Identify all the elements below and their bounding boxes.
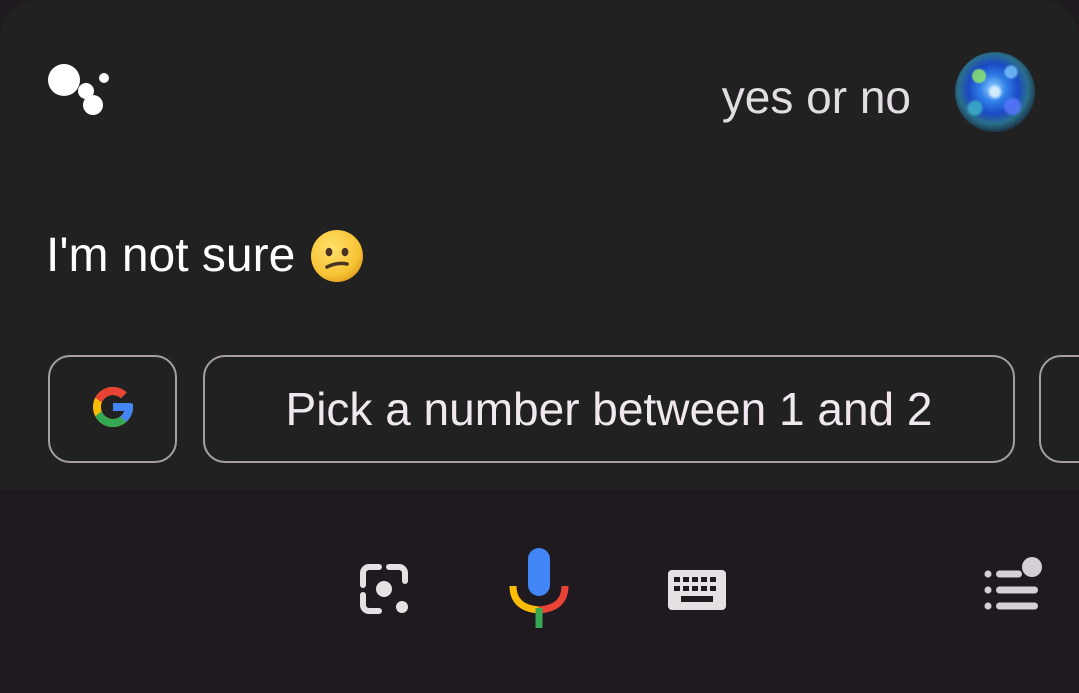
google-search-chip[interactable] [48,355,177,463]
assistant-routines-button[interactable] [982,556,1044,616]
keyboard-button[interactable] [664,568,730,616]
keyboard-icon [667,569,727,616]
suggestion-chip[interactable]: Pick a number between 1 and 2 [203,355,1015,463]
assistant-frame: yes or no I'm not sure Pick a number bet… [0,0,1079,693]
google-lens-icon [355,561,413,624]
assistant-response: I'm not sure [46,224,365,288]
confused-face-emoji-icon [309,228,365,284]
assistant-routines-icon [982,554,1044,619]
assistant-panel: yes or no I'm not sure Pick a number bet… [0,0,1079,490]
user-query: yes or no [721,71,911,123]
google-lens-button[interactable] [352,560,416,624]
google-assistant-logo-icon [46,62,112,122]
suggestion-chip-label: Pick a number between 1 and 2 [285,383,933,435]
next-suggestion-chip[interactable] [1039,355,1079,463]
user-avatar-icon[interactable] [955,52,1035,132]
microphone-icon [505,546,573,637]
google-g-icon [89,383,137,436]
microphone-button[interactable] [505,546,573,637]
response-text: I'm not sure [46,229,296,282]
